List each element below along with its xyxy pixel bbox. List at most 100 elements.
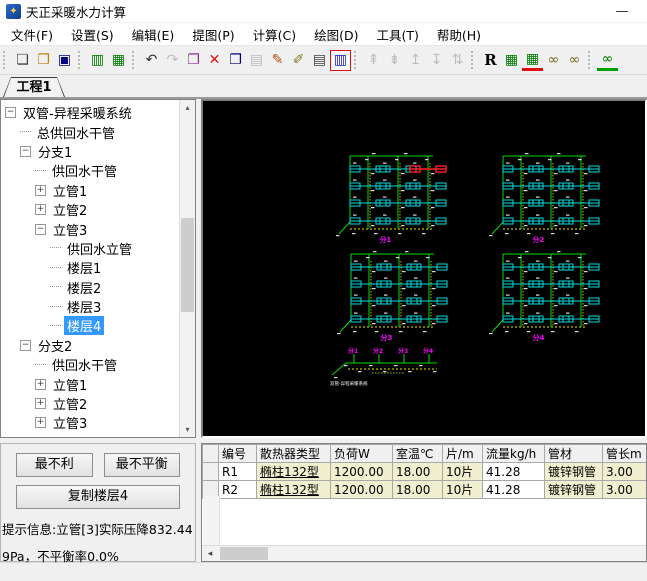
copy-button[interactable]: ❐ xyxy=(225,50,246,71)
expand-icon[interactable]: + xyxy=(35,185,46,196)
cell-编号[interactable]: R2 xyxy=(219,481,257,499)
tree-label: 立管1 xyxy=(50,375,90,394)
cell-负荷W[interactable]: 1200.00 xyxy=(331,463,393,481)
row-header-cell xyxy=(203,445,219,463)
row-selector[interactable] xyxy=(203,463,219,481)
load-record-button[interactable]: ✐ xyxy=(288,50,309,71)
tree-item-供回水干管[interactable]: 供回水干管 xyxy=(1,355,195,374)
menu-item-2[interactable]: 设置(S) xyxy=(62,23,123,46)
cell-管长m[interactable]: 3.00 xyxy=(603,481,647,499)
cell-流量kg/h[interactable]: 41.28 xyxy=(483,463,545,481)
insert-floor-below-button: ⇟ xyxy=(384,50,405,71)
expand-icon[interactable]: + xyxy=(35,379,46,390)
column-header-管材: 管材 xyxy=(545,445,603,463)
tree-item-立管1[interactable]: +立管1 xyxy=(1,181,195,200)
scroll-left-icon[interactable]: ◂ xyxy=(202,549,218,559)
system-table-button[interactable]: ▦ xyxy=(108,50,129,71)
minimize-button[interactable]: — xyxy=(609,4,635,19)
tree-item-供回水干管[interactable]: 供回水干管 xyxy=(1,161,195,180)
copy-floor-button[interactable]: 复制楼层4 xyxy=(16,485,180,509)
riser-diagram-button[interactable]: ▥ xyxy=(87,50,108,71)
input-table-button[interactable]: ▦ xyxy=(501,50,522,71)
tree-item-立管3[interactable]: +立管3 xyxy=(1,413,195,432)
menu-item-1[interactable]: 文件(F) xyxy=(2,23,62,46)
cell-管材[interactable]: 镀锌钢管 xyxy=(545,481,603,499)
svg-text:分2: 分2 xyxy=(373,347,383,355)
tree-item-分支1[interactable]: −分支1 xyxy=(1,142,195,161)
scroll-up-icon[interactable]: ▴ xyxy=(180,100,195,115)
tree-label: 分支2 xyxy=(35,336,75,355)
tree-item-分支2[interactable]: −分支2 xyxy=(1,336,195,355)
menu-item-8[interactable]: 帮助(H) xyxy=(428,23,490,46)
expand-icon[interactable]: + xyxy=(35,417,46,428)
menu-item-5[interactable]: 计算(C) xyxy=(244,23,305,46)
most-unfavorable-button[interactable]: 最不利 xyxy=(16,453,93,477)
collapse-icon[interactable]: − xyxy=(35,224,46,235)
tree-item-楼层1[interactable]: 楼层1 xyxy=(1,258,195,277)
find-text-button[interactable]: ∞ xyxy=(543,50,564,71)
menu-item-6[interactable]: 绘图(D) xyxy=(305,23,367,46)
cell-管长m[interactable]: 3.00 xyxy=(603,463,647,481)
cell-片/m[interactable]: 10片 xyxy=(443,481,483,499)
hint-line-1: 提示信息:立管[3]实际压降832.44 xyxy=(2,516,194,543)
current-riser-button[interactable]: ▥ xyxy=(330,50,351,71)
tree-item-立管2[interactable]: + 立管2 xyxy=(1,200,195,219)
collapse-icon[interactable]: − xyxy=(20,340,31,351)
menu-item-4[interactable]: 提图(P) xyxy=(183,23,243,46)
save-button[interactable]: ▣ xyxy=(54,50,75,71)
tab-project1[interactable]: 工程1 xyxy=(3,77,65,97)
delete-button[interactable]: ✕ xyxy=(204,50,225,71)
tree-item-楼层3[interactable]: 楼层3 xyxy=(1,297,195,316)
tree-label: 供回水干管 xyxy=(49,355,120,374)
cell-室温℃[interactable]: 18.00 xyxy=(393,481,443,499)
svg-text:分1: 分1 xyxy=(348,347,358,355)
cell-散热器类型[interactable]: 椭柱132型 xyxy=(257,481,331,499)
cell-编号[interactable]: R1 xyxy=(219,463,257,481)
link-button[interactable]: ∞ xyxy=(597,50,618,71)
cell-室温℃[interactable]: 18.00 xyxy=(393,463,443,481)
results-panel: 编号散热器类型负荷W室温℃片/m流量kg/h管材管长m管径R1椭柱132型120… xyxy=(201,443,647,562)
column-header-编号: 编号 xyxy=(219,445,257,463)
cell-流量kg/h[interactable]: 41.28 xyxy=(483,481,545,499)
tree-scrollbar[interactable]: ▴ ▾ xyxy=(179,100,195,437)
cell-管材[interactable]: 镀锌钢管 xyxy=(545,463,603,481)
tree-label: 供回水干管 xyxy=(49,161,120,180)
table-h-scrollbar[interactable]: ◂ xyxy=(202,545,646,561)
tree-label: 立管2 xyxy=(50,200,90,219)
column-header-片/m: 片/m xyxy=(443,445,483,463)
tree-item-总供回水干管[interactable]: 总供回水干管 xyxy=(1,122,195,141)
expand-icon[interactable]: + xyxy=(35,398,46,409)
recalculate-button[interactable]: R xyxy=(480,50,501,71)
tree-label: 楼层2 xyxy=(64,278,104,297)
expand-icon[interactable]: + xyxy=(35,204,46,215)
tree-item-立管3[interactable]: −立管3 xyxy=(1,219,195,238)
collapse-icon[interactable]: − xyxy=(5,107,16,118)
tree-item-供回水立管[interactable]: 供回水立管 xyxy=(1,239,195,258)
table-scrollbar-thumb[interactable] xyxy=(220,547,268,560)
cad-canvas[interactable]: 分1分2分3分4分1分2分3分4双管-异程采暖系统 xyxy=(203,101,645,436)
output-table-button[interactable]: ▦ xyxy=(522,50,543,71)
tree-item-楼层4[interactable]: 楼层4 xyxy=(1,316,195,335)
tree-item-楼层2[interactable]: 楼层2 xyxy=(1,278,195,297)
open-file-button[interactable]: ❐ xyxy=(33,50,54,71)
scroll-down-icon[interactable]: ▾ xyxy=(180,422,195,437)
tree-item-立管2[interactable]: +立管2 xyxy=(1,394,195,413)
find-button[interactable]: ∞ xyxy=(564,50,585,71)
column-header-室温℃: 室温℃ xyxy=(393,445,443,463)
replace-button[interactable]: ❐ xyxy=(183,50,204,71)
menu-item-7[interactable]: 工具(T) xyxy=(367,23,427,46)
cell-负荷W[interactable]: 1200.00 xyxy=(331,481,393,499)
cell-片/m[interactable]: 10片 xyxy=(443,463,483,481)
tree-item-双管-异程采暖系统[interactable]: −双管-异程采暖系统 xyxy=(1,103,195,122)
export-button[interactable]: ▤ xyxy=(309,50,330,71)
tree-scrollbar-thumb[interactable] xyxy=(181,218,194,312)
collapse-icon[interactable]: − xyxy=(20,146,31,157)
tab-project1-label: 工程1 xyxy=(4,78,64,97)
undo-button[interactable]: ↶ xyxy=(141,50,162,71)
menu-item-3[interactable]: 编辑(E) xyxy=(123,23,184,46)
tree-item-立管1[interactable]: + 立管1 xyxy=(1,374,195,393)
new-file-button[interactable]: ❏ xyxy=(12,50,33,71)
cell-散热器类型[interactable]: 椭柱132型 xyxy=(257,463,331,481)
most-unbalanced-button[interactable]: 最不平衡 xyxy=(104,453,181,477)
edit-record-button[interactable]: ✎ xyxy=(267,50,288,71)
